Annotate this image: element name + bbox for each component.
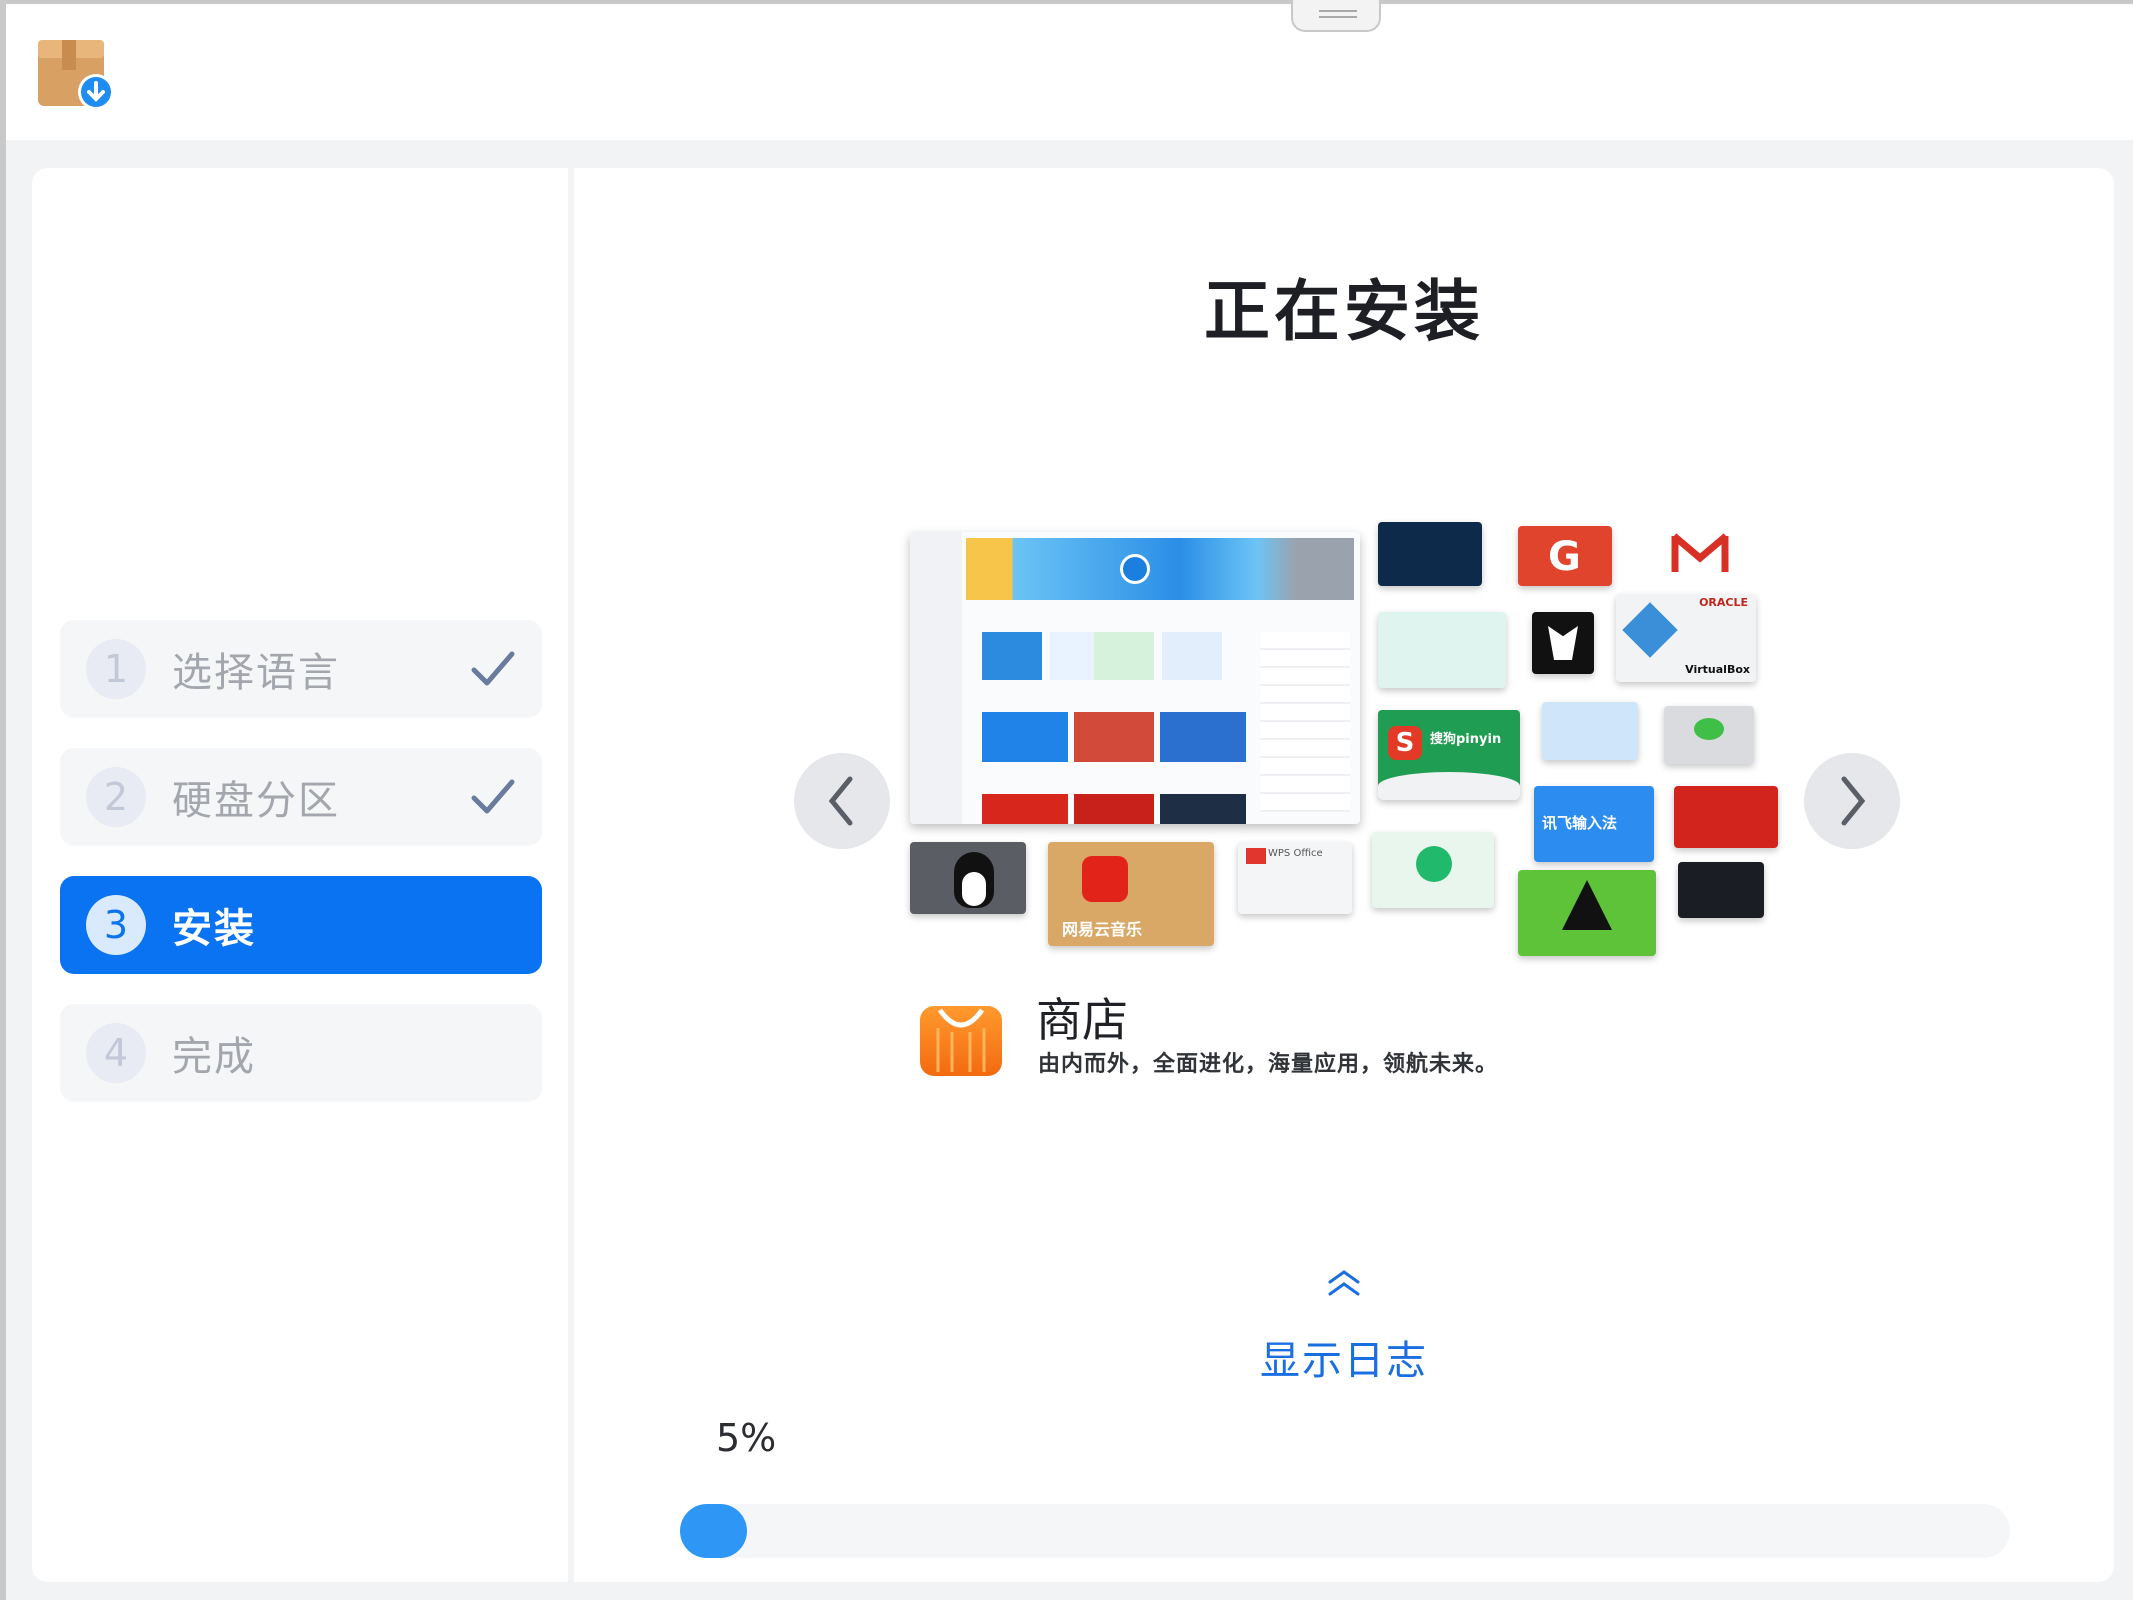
installer-package-icon xyxy=(38,40,114,110)
tile-geometry-app xyxy=(1378,612,1506,688)
step-label: 硬盘分区 xyxy=(172,778,340,824)
tile-iflytek: 讯飞输入法 xyxy=(1534,786,1654,862)
step-finish: 4 完成 xyxy=(60,1004,542,1102)
tile-sogou: S 搜狗pinyin xyxy=(1378,710,1520,800)
installer-window: 1 选择语言 2 硬盘分区 3 安装 4 完成 正在安装 G ORACLE Vi… xyxy=(0,0,2133,1600)
title-bar xyxy=(6,0,2133,140)
progress-percent: 5% xyxy=(716,1416,777,1460)
checkmark-icon xyxy=(471,651,515,686)
wps-text: WPS Office xyxy=(1268,848,1323,859)
step-label: 选择语言 xyxy=(172,650,340,696)
chevron-right-icon xyxy=(1841,776,1866,826)
netease-music-text: 网易云音乐 xyxy=(1062,920,1143,939)
checkmark-icon xyxy=(471,779,515,814)
step-disk-partition: 2 硬盘分区 xyxy=(60,748,542,846)
oracle-text: ORACLE xyxy=(1699,596,1748,609)
tile-g-app: G xyxy=(1518,526,1612,586)
progress-fill xyxy=(680,1504,747,1558)
steps-sidebar: 1 选择语言 2 硬盘分区 3 安装 4 完成 xyxy=(32,168,568,1582)
tile-qq xyxy=(910,842,1026,914)
step-number: 1 xyxy=(86,639,146,699)
virtualbox-text: VirtualBox xyxy=(1685,663,1750,676)
tile-editor-app xyxy=(1678,862,1764,918)
slide-next-button[interactable] xyxy=(1804,753,1900,849)
tile-dark-app xyxy=(1378,522,1482,586)
install-panel: 正在安装 G ORACLE VirtualBox S 搜狗pinyin 讯飞输入… xyxy=(574,168,2114,1582)
tile-wechat-app xyxy=(1664,706,1754,764)
chevron-left-icon xyxy=(828,776,853,826)
step-label: 安装 xyxy=(172,906,256,952)
tile-wps: WPS Office xyxy=(1238,842,1352,914)
slide-prev-button[interactable] xyxy=(794,753,890,849)
tile-red-app xyxy=(1674,786,1778,848)
step-number: 2 xyxy=(86,767,146,827)
drag-handle[interactable] xyxy=(1291,0,1381,32)
slide-app-name: 商店 xyxy=(1036,993,1128,1047)
step-label: 完成 xyxy=(172,1034,256,1080)
tile-fox-app xyxy=(1532,612,1594,674)
step-install: 3 安装 xyxy=(60,876,542,974)
progress-bar xyxy=(680,1504,2010,1558)
iflytek-text: 讯飞输入法 xyxy=(1542,814,1618,832)
slide-app-description: 由内而外，全面进化，海量应用，领航未来。 xyxy=(1038,1052,1499,1077)
tile-netease-music: 网易云音乐 xyxy=(1048,842,1214,946)
tile-cloud-app xyxy=(1542,702,1638,760)
app-store-showcase: G ORACLE VirtualBox S 搜狗pinyin 讯飞输入法 网易云… xyxy=(910,522,1790,972)
tile-virtualbox: ORACLE VirtualBox xyxy=(1616,594,1756,682)
show-log-link[interactable]: 显示日志 xyxy=(574,1328,2114,1386)
gmail-icon xyxy=(1671,533,1729,572)
chevron-up-double-icon[interactable] xyxy=(1324,1268,1364,1298)
app-store-screenshot xyxy=(910,532,1360,824)
tile-green-e-app xyxy=(1372,832,1494,908)
app-store-icon xyxy=(920,1006,1002,1076)
page-title: 正在安装 xyxy=(1204,273,1484,350)
step-number: 3 xyxy=(86,895,146,955)
step-number: 4 xyxy=(86,1023,146,1083)
step-select-language: 1 选择语言 xyxy=(60,620,542,718)
sogou-text: 搜狗pinyin xyxy=(1430,732,1502,747)
tile-inkscape xyxy=(1518,870,1656,956)
